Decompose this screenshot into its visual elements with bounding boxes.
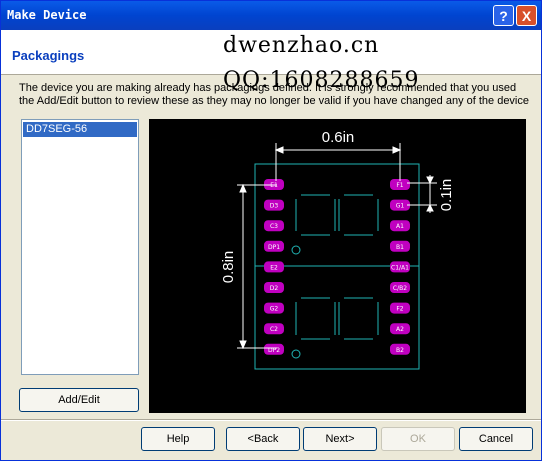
pitch-label: 0.1in — [438, 179, 455, 212]
height-label: 0.8in — [220, 251, 237, 284]
width-label: 0.6in — [322, 129, 355, 146]
right-pad-label: B1 — [396, 244, 404, 251]
left-pad-label: C2 — [270, 326, 278, 333]
left-pad-label: E2 — [270, 264, 278, 271]
ok-button[interactable]: OK — [381, 427, 455, 451]
left-pad-label: G2 — [270, 306, 279, 313]
dp-circle-top — [291, 245, 301, 255]
window-title: Make Device — [7, 8, 87, 22]
cancel-button[interactable]: Cancel — [459, 427, 533, 451]
package-preview: E1D3C3DP1E2D2G2C2DP2 F1G1A1B1C1/A1C/B2F2… — [149, 119, 526, 413]
list-item[interactable]: DD7SEG-56 — [23, 122, 137, 137]
right-pad-label: B2 — [396, 347, 404, 354]
left-pad-label: D3 — [270, 203, 279, 210]
footprint-drawing: E1D3C3DP1E2D2G2C2DP2 F1G1A1B1C1/A1C/B2F2… — [220, 129, 455, 370]
back-button[interactable]: <Back — [226, 427, 300, 451]
watermark-site: dwenzhao.cn — [223, 33, 380, 58]
button-divider — [1, 419, 541, 421]
close-button[interactable]: X — [516, 5, 537, 26]
packaging-list[interactable]: DD7SEG-56 — [21, 119, 139, 375]
add-edit-button[interactable]: Add/Edit — [19, 388, 139, 412]
dp-circle-bottom — [291, 349, 301, 359]
right-pad-label: F2 — [396, 306, 403, 313]
right-pad-label: F1 — [396, 182, 403, 189]
dimension-pitch — [407, 175, 437, 213]
description-text: The device you are making already has pa… — [19, 82, 529, 107]
right-pad-label: A1 — [396, 223, 404, 230]
left-pad-label: C3 — [270, 223, 278, 230]
help-title-button[interactable]: ? — [493, 5, 514, 26]
help-button[interactable]: Help — [141, 427, 215, 451]
bottom-digit-segments — [295, 297, 379, 340]
left-pads: E1D3C3DP1E2D2G2C2DP2 — [264, 179, 284, 355]
dimension-width — [274, 143, 402, 181]
right-pad-label: G1 — [396, 203, 405, 210]
right-pad-label: A2 — [396, 326, 404, 333]
left-pad-label: D2 — [270, 285, 279, 292]
right-pad-label: C/B2 — [393, 285, 407, 292]
next-button[interactable]: Next> — [303, 427, 377, 451]
wizard-header: Packagings dwenzhao.cn QQ:1608288659 — [1, 30, 541, 93]
left-pad-label: DP1 — [268, 244, 280, 251]
make-device-dialog: Make Device ? X Packagings dwenzhao.cn Q… — [0, 0, 542, 461]
right-pad-label: C1/A1 — [391, 264, 409, 271]
top-digit-segments — [295, 194, 379, 236]
section-title: Packagings — [12, 48, 85, 63]
title-bar: Make Device ? X — [1, 1, 541, 30]
